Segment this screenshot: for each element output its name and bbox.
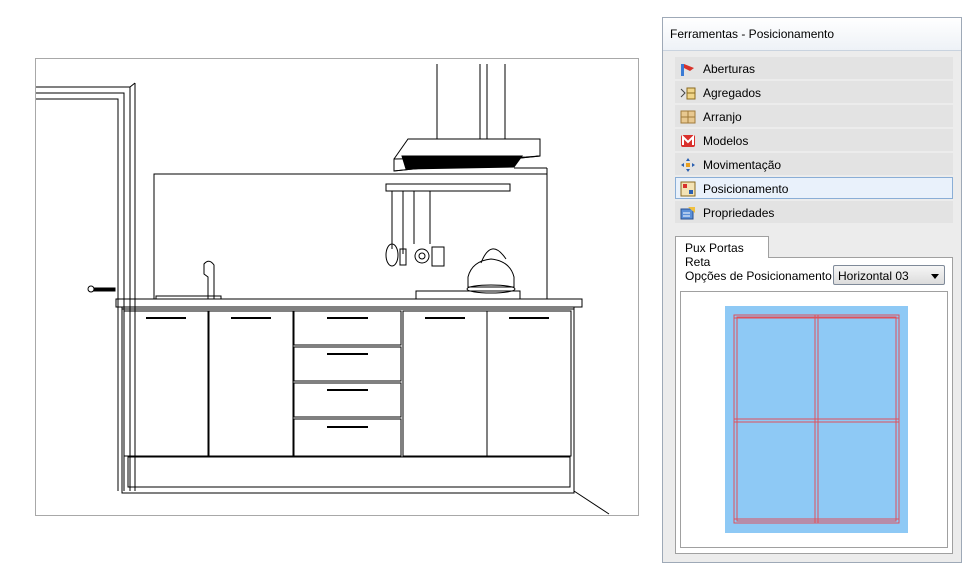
tab-label: Pux Portas Reta bbox=[685, 241, 744, 269]
posicionamento-icon bbox=[680, 181, 696, 197]
tool-item-aberturas[interactable]: Aberturas bbox=[675, 57, 953, 79]
arranjo-icon bbox=[680, 110, 696, 124]
door-frame bbox=[36, 82, 136, 491]
tool-list: Aberturas Agregados Arranjo Modelos Movi… bbox=[675, 57, 953, 225]
positioning-options-select[interactable]: Horizontal 03 bbox=[833, 265, 945, 285]
tool-item-label: Agregados bbox=[703, 86, 762, 100]
kitchen-3d-viewport[interactable] bbox=[35, 58, 639, 516]
tool-item-posicionamento[interactable]: Posicionamento bbox=[675, 177, 953, 199]
kitchen-drawing bbox=[36, 64, 610, 515]
tool-item-label: Movimentação bbox=[703, 158, 782, 172]
tool-item-agregados[interactable]: Agregados bbox=[675, 81, 953, 103]
tool-item-label: Propriedades bbox=[703, 206, 775, 220]
countertop bbox=[115, 298, 583, 308]
handle-preview bbox=[680, 291, 948, 548]
tool-item-label: Posicionamento bbox=[703, 182, 789, 196]
tools-panel: Ferramentas - Posicionamento Aberturas A… bbox=[662, 17, 962, 563]
tool-item-movimentacao[interactable]: Movimentação bbox=[675, 153, 953, 175]
kettle bbox=[466, 248, 516, 294]
tool-item-label: Modelos bbox=[703, 134, 749, 148]
plinth bbox=[127, 456, 571, 488]
tool-item-label: Aberturas bbox=[703, 62, 756, 76]
panel-title-bar: Ferramentas - Posicionamento bbox=[663, 18, 961, 51]
handle-preview-drawing bbox=[725, 306, 908, 533]
tab-area: Pux Portas Reta Opções de Posicionamento… bbox=[675, 236, 953, 554]
tab-pux-portas-reta[interactable]: Pux Portas Reta bbox=[675, 236, 769, 269]
select-value: Horizontal 03 bbox=[838, 269, 909, 283]
tool-item-label: Arranjo bbox=[703, 110, 742, 124]
movimentacao-icon bbox=[681, 158, 695, 172]
range-hood bbox=[393, 138, 541, 172]
chevron-down-icon bbox=[931, 274, 939, 279]
propriedades-icon bbox=[680, 207, 695, 220]
tool-item-propriedades[interactable]: Propriedades bbox=[675, 201, 953, 223]
faucet bbox=[203, 260, 215, 300]
utensil-rail bbox=[385, 183, 511, 267]
panel-title: Ferramentas - Posicionamento bbox=[670, 27, 835, 41]
tool-item-modelos[interactable]: Modelos bbox=[675, 129, 953, 151]
options-label: Opções de Posicionamento bbox=[685, 269, 832, 283]
agregados-icon bbox=[680, 87, 696, 100]
tool-item-arranjo[interactable]: Arranjo bbox=[675, 105, 953, 127]
modelos-icon bbox=[681, 134, 695, 147]
tab-content: Opções de Posicionamento Horizontal 03 bbox=[675, 257, 953, 554]
backsplash bbox=[153, 173, 548, 300]
aberturas-icon bbox=[681, 64, 694, 76]
cabinet-doors bbox=[123, 310, 572, 457]
